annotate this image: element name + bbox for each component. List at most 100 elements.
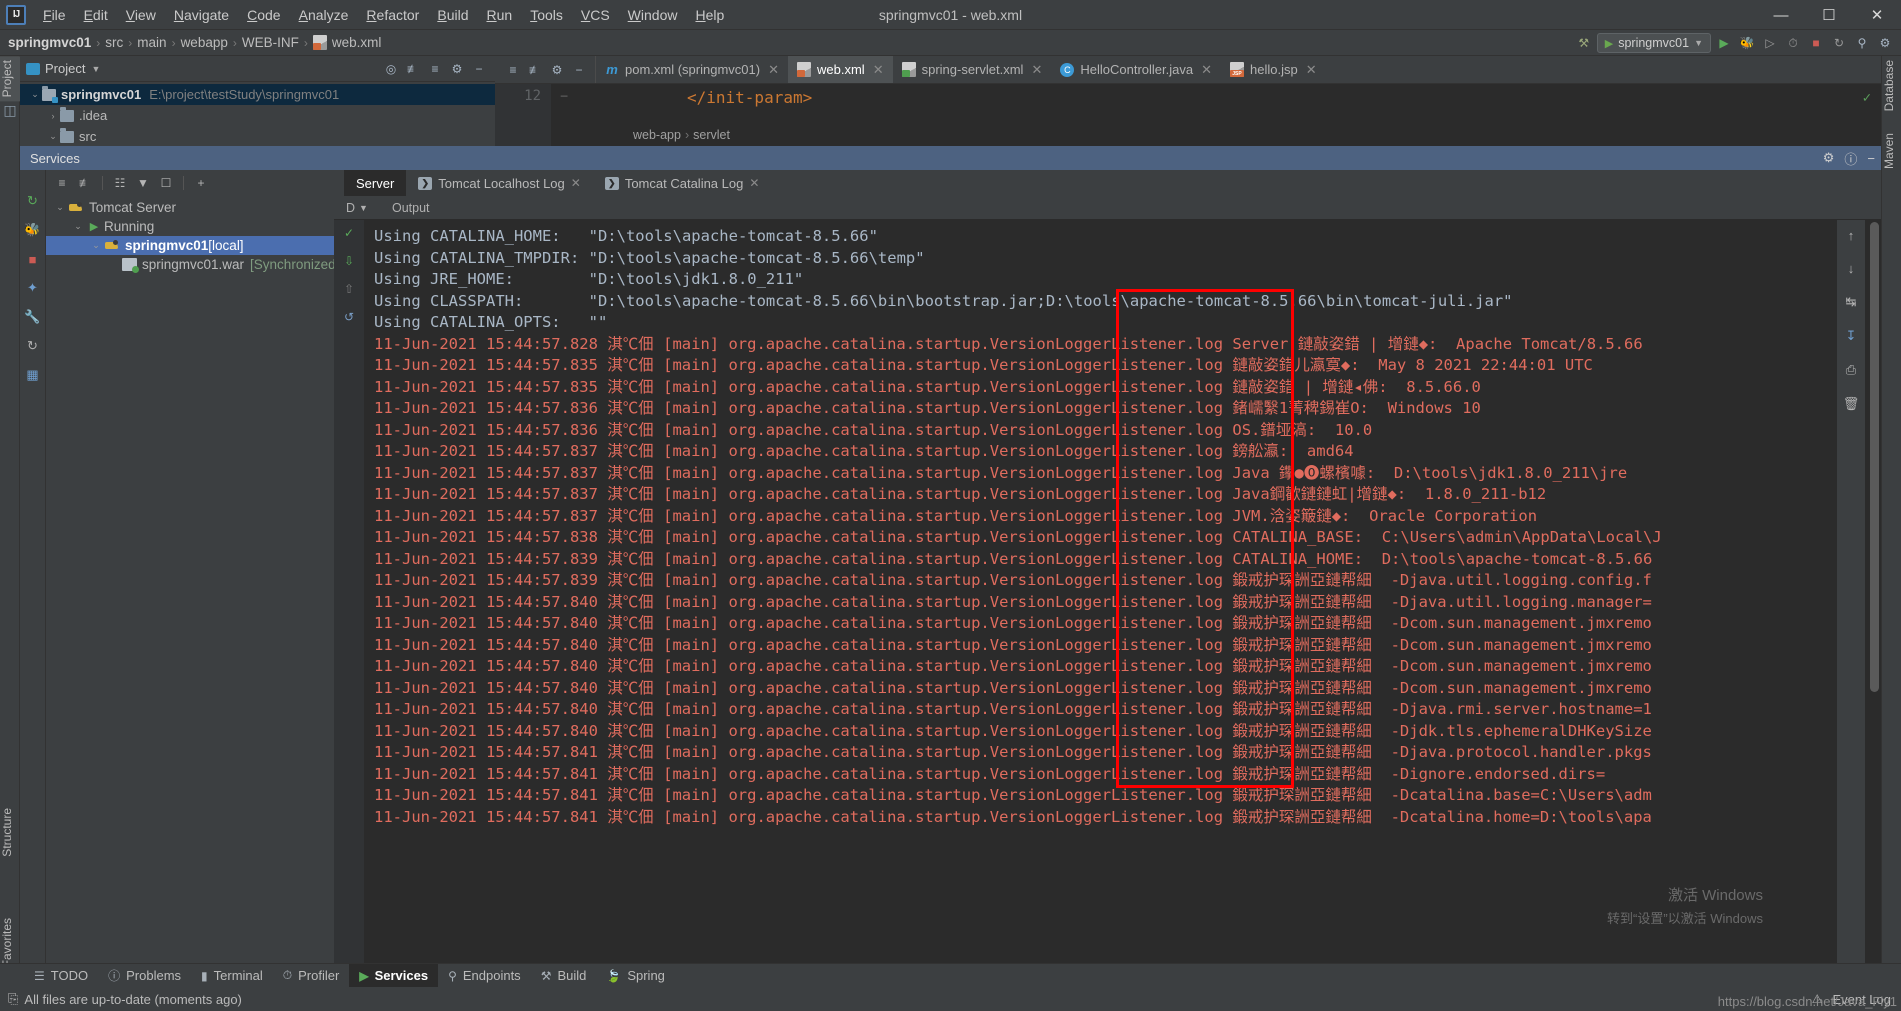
build-hammer-icon[interactable]: ⚒ <box>1574 33 1594 53</box>
hide-panel-icon[interactable]: − <box>569 60 589 80</box>
services-tree-row[interactable]: springmvc01.war [Synchronized] <box>46 255 339 274</box>
editor-fold-gutter[interactable]: ─ <box>551 84 577 146</box>
editor-tab-web[interactable]: web.xml ✕ <box>788 56 893 83</box>
tool-window-button-terminal[interactable]: ▮ Terminal <box>191 964 273 988</box>
add-icon[interactable]: + <box>191 173 211 193</box>
menu-item-file[interactable]: File <box>34 3 75 27</box>
expand-all-icon[interactable]: ≡ <box>52 173 72 193</box>
editor-tab-hellocontroller[interactable]: C HelloController.java ✕ <box>1051 56 1221 83</box>
close-icon[interactable]: ✕ <box>571 176 581 190</box>
breadcrumb-item[interactable]: src <box>105 35 123 50</box>
menu-item-edit[interactable]: Edit <box>75 3 117 27</box>
group-icon[interactable]: ☷ <box>110 173 130 193</box>
menu-item-vcs[interactable]: VCS <box>572 3 619 27</box>
chevron-down-icon[interactable]: ▼ <box>359 203 368 213</box>
search-everywhere-icon[interactable]: ⚲ <box>1852 33 1872 53</box>
scroll-from-source-icon[interactable]: ◎ <box>381 59 401 79</box>
breadcrumb-item[interactable]: main <box>137 35 166 50</box>
services-help-icon[interactable]: ⓘ <box>1844 149 1857 168</box>
services-tree-row[interactable]: ⌄ springmvc01 [local] <box>46 236 334 255</box>
collapse-all-icon[interactable]: ≢ <box>403 59 423 79</box>
menu-item-navigate[interactable]: Navigate <box>165 3 238 27</box>
editor-code-area[interactable]: </init-param> ✓ web-app › servlet <box>577 84 1881 146</box>
editor-tab-hello[interactable]: hello.jsp ✕ <box>1221 56 1326 83</box>
expand-all-icon[interactable]: ≡ <box>425 59 445 79</box>
tool-window-button-todo[interactable]: ☰ TODO <box>24 964 98 988</box>
debug-rerun-icon[interactable]: 🐝 <box>24 221 42 239</box>
console-tab-server[interactable]: Server <box>344 170 407 196</box>
collapse-all-icon[interactable]: ≢ <box>525 60 545 80</box>
breadcrumb-item[interactable]: webapp <box>181 35 228 50</box>
tool-window-button-profiler[interactable]: ⏱ Profiler <box>273 964 350 988</box>
profile-button[interactable]: ⏱ <box>1783 33 1803 53</box>
scroll-to-end-icon[interactable]: ↧ <box>1846 328 1857 344</box>
run-button[interactable]: ▶ <box>1714 33 1734 53</box>
menu-item-analyze[interactable]: Analyze <box>290 3 358 27</box>
strip-button-database[interactable]: Database <box>1882 56 1901 115</box>
stop-icon[interactable]: ■ <box>24 250 42 268</box>
rerun-icon[interactable]: ↻ <box>24 192 42 210</box>
expand-all-icon[interactable]: ≡ <box>503 60 523 80</box>
maximize-button[interactable]: ☐ <box>1805 0 1853 30</box>
editor-breadcrumb-item[interactable]: web-app <box>633 128 681 142</box>
redeploy-icon[interactable]: ✦ <box>24 279 42 297</box>
tree-expand-arrow[interactable]: ⌄ <box>28 89 42 100</box>
console-scrollbar-thumb[interactable] <box>1870 222 1879 692</box>
menu-item-window[interactable]: Window <box>619 3 687 27</box>
project-tree-row[interactable]: ⌄ springmvc01 E:\project\testStudy\springm… <box>20 84 495 105</box>
minimize-button[interactable]: — <box>1757 0 1805 30</box>
console-jump-down-icon[interactable]: ⇩ <box>344 254 354 268</box>
console-refresh-icon[interactable]: ↺ <box>344 310 354 324</box>
project-settings-gear-icon[interactable]: ⚙ <box>447 59 467 79</box>
scroll-down-icon[interactable]: ↓ <box>1848 261 1855 276</box>
console-tab-tomcat-catalina-log[interactable]: ❯ Tomcat Catalina Log ✕ <box>593 170 772 196</box>
menu-item-help[interactable]: Help <box>686 3 733 27</box>
configure-wrench-icon[interactable]: 🔧 <box>24 308 42 326</box>
menu-item-view[interactable]: View <box>117 3 165 27</box>
tree-expand-arrow[interactable]: ⌄ <box>70 221 86 232</box>
tree-expand-arrow[interactable]: › <box>46 111 60 121</box>
close-icon[interactable]: ✕ <box>1031 62 1042 78</box>
chevron-down-icon[interactable]: ▼ <box>91 64 100 74</box>
close-icon[interactable]: ✕ <box>1306 62 1317 78</box>
tree-expand-arrow[interactable]: ⌄ <box>46 131 60 142</box>
tool-window-button-problems[interactable]: ⓘ Problems <box>98 964 191 988</box>
tool-window-button-spring[interactable]: 🍃 Spring <box>596 964 675 988</box>
menu-item-run[interactable]: Run <box>477 3 521 27</box>
editor-tab-pom[interactable]: m pom.xml (springmvc01) ✕ <box>596 56 788 83</box>
menu-item-refactor[interactable]: Refactor <box>357 3 428 27</box>
close-icon[interactable]: ✕ <box>873 62 884 78</box>
services-hide-icon[interactable]: − <box>1867 151 1875 166</box>
breadcrumb-item[interactable]: springmvc01 <box>8 35 91 50</box>
editor-tab-spring-servlet[interactable]: spring-servlet.xml ✕ <box>893 56 1052 83</box>
update-app-button[interactable]: ↻ <box>1829 33 1849 53</box>
breadcrumb-item[interactable]: web.xml <box>332 35 382 50</box>
project-tree-row[interactable]: › .idea <box>20 105 495 126</box>
strip-button-maven[interactable]: Maven <box>1882 129 1901 173</box>
clear-all-icon[interactable]: 🗑 <box>1843 396 1860 412</box>
tool-window-button-build[interactable]: ⚒ Build <box>531 964 597 988</box>
add-frame-icon[interactable]: ☐ <box>156 173 176 193</box>
strip-button-project[interactable]: Project <box>0 56 20 102</box>
soft-wrap-icon[interactable]: ↹ <box>1846 294 1857 310</box>
console-jump-up-icon[interactable]: ⇧ <box>344 282 354 296</box>
menu-item-code[interactable]: Code <box>238 3 289 27</box>
menu-item-tools[interactable]: Tools <box>521 3 572 27</box>
services-tree-row[interactable]: ⌄ ▶ Running <box>46 217 334 236</box>
tool-window-button-services[interactable]: ▶ Services <box>349 963 439 988</box>
console-scrollbar[interactable] <box>1867 220 1881 963</box>
debug-button[interactable]: 🐝 <box>1737 33 1757 53</box>
run-coverage-button[interactable]: ▷ <box>1760 33 1780 53</box>
tool-window-button-endpoints[interactable]: ⚲ Endpoints <box>438 964 531 988</box>
close-icon[interactable]: ✕ <box>768 62 779 78</box>
editor-breadcrumb-item[interactable]: servlet <box>693 128 730 142</box>
tree-expand-arrow[interactable]: ⌄ <box>88 240 104 251</box>
print-icon[interactable]: ⎙ <box>1846 362 1856 378</box>
services-tree-row[interactable]: ⌄ Tomcat Server <box>46 198 334 217</box>
hide-panel-icon[interactable]: − <box>469 59 489 79</box>
close-icon[interactable]: ✕ <box>1201 62 1212 78</box>
close-button[interactable]: ✕ <box>1853 0 1901 30</box>
settings-gear-icon[interactable]: ⚙ <box>547 60 567 80</box>
scroll-up-icon[interactable]: ↑ <box>1848 228 1855 243</box>
collapse-all-icon[interactable]: ≢ <box>75 173 95 193</box>
